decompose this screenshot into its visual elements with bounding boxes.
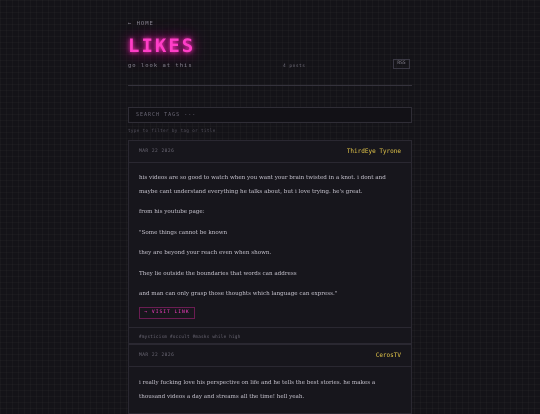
post-paragraph: his videos are so good to watch when you… [139,175,386,195]
post-header: MAR 22 2026 CerosTV [129,345,411,367]
visit-link-button[interactable]: → VISIT LINK [139,307,195,319]
page-subtitle: go look at this [128,63,193,69]
post-date: MAR 22 2026 [139,149,175,154]
search-tags-input[interactable]: SEARCH TAGS --- [128,107,412,123]
search-hint: type to filter by tag or title [128,128,216,133]
post-card: MAR 22 2026 ThirdEye Tyrone his videos a… [128,140,412,344]
post-body: i really fucking love his perspective on… [139,377,401,411]
post-paragraph: "Some things cannot be known [139,229,228,236]
post-paragraph: i really fucking love his perspective on… [139,380,376,400]
post-author-link[interactable]: CerosTV [376,352,401,359]
post-date: MAR 22 2026 [139,353,175,358]
post-paragraph: from his youtube page: [139,209,205,215]
rss-button[interactable]: RSS [393,59,410,69]
post-header: MAR 22 2026 ThirdEye Tyrone [129,141,411,163]
post-paragraph: They lie outside the boundaries that wor… [139,270,297,277]
post-body: his videos are so good to watch when you… [139,172,401,309]
search-tags-label: SEARCH TAGS --- [136,112,197,118]
divider [128,85,412,86]
page-title: LIKES [128,35,196,57]
home-link[interactable]: ← HOME [128,21,154,27]
post-paragraph: they are beyond your reach even when sho… [139,250,272,256]
post-card: MAR 22 2026 CerosTV i really fucking lov… [128,344,412,414]
post-paragraph: and man can only grasp those thoughts wh… [139,291,338,297]
post-author-link[interactable]: ThirdEye Tyrone [347,148,401,155]
post-count: 4 posts [283,64,306,69]
post-tags: #mysticism #occult #masks while high [129,327,411,345]
